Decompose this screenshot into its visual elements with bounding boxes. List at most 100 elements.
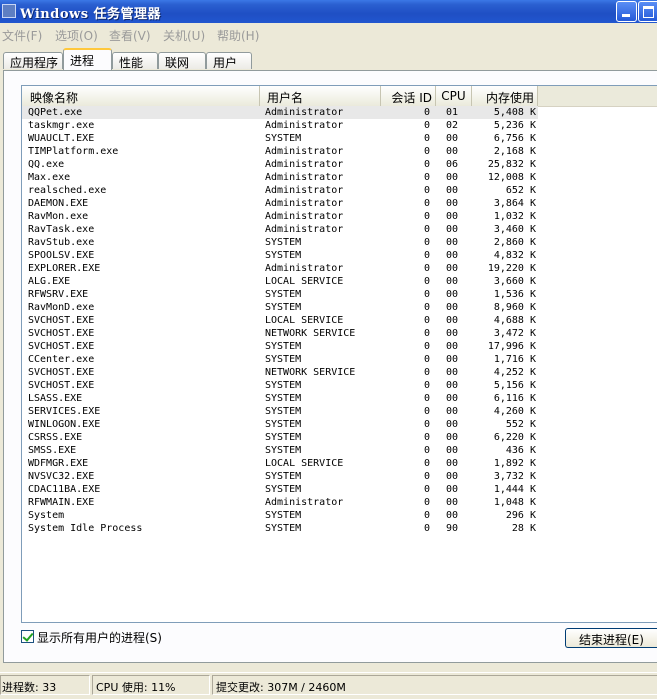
table-row[interactable]: TIMPlatform.exe Administrator 0 00 2,168 K xyxy=(22,145,657,158)
process-memory-cell: 17,996 K xyxy=(487,341,536,352)
process-user-cell: SYSTEM xyxy=(265,393,302,404)
table-row[interactable]: CSRSS.EXE SYSTEM 0 00 6,220 K xyxy=(22,431,657,444)
process-memory-cell: 8,960 K xyxy=(493,302,536,313)
column-memory[interactable]: 内存使用 xyxy=(472,86,538,106)
process-cpu-cell: 00 xyxy=(446,211,459,222)
process-user-cell: SYSTEM xyxy=(265,471,302,482)
table-row[interactable]: SVCHOST.EXE SYSTEM 0 00 5,156 K xyxy=(22,379,657,392)
table-row[interactable]: WDFMGR.EXE LOCAL SERVICE 0 00 1,892 K xyxy=(22,457,657,470)
table-row[interactable]: RFWMAIN.EXE Administrator 0 00 1,048 K xyxy=(22,496,657,509)
process-session-cell: 0 xyxy=(423,133,430,144)
process-list[interactable]: 映像名称 用户名 会话 ID CPU 内存使用 QQPet.exe Adminis… xyxy=(21,85,657,623)
process-name-cell: realsched.exe xyxy=(28,185,107,196)
process-user-cell: Administrator xyxy=(265,224,344,235)
show-all-users-checkbox[interactable] xyxy=(21,630,34,643)
process-name-cell: ALG.EXE xyxy=(28,276,71,287)
table-row[interactable]: LSASS.EXE SYSTEM 0 00 6,116 K xyxy=(22,392,657,405)
maximize-button[interactable] xyxy=(638,1,657,22)
process-session-cell: 0 xyxy=(423,263,430,274)
column-session-id[interactable]: 会话 ID xyxy=(381,86,436,106)
table-row[interactable]: System Idle Process SYSTEM 0 90 28 K xyxy=(22,522,657,535)
process-name-cell: System xyxy=(28,510,65,521)
table-row[interactable]: EXPLORER.EXE Administrator 0 00 19,220 K xyxy=(22,262,657,275)
tab-performance[interactable]: 性能 xyxy=(112,52,158,70)
table-row[interactable]: RavMon.exe Administrator 0 00 1,032 K xyxy=(22,210,657,223)
process-memory-cell: 12,008 K xyxy=(487,172,536,183)
tab-users[interactable]: 用户 xyxy=(206,52,252,70)
process-cpu-cell: 00 xyxy=(446,133,459,144)
process-memory-cell: 3,660 K xyxy=(493,276,536,287)
process-cpu-cell: 00 xyxy=(446,484,459,495)
process-session-cell: 0 xyxy=(423,354,430,365)
column-image-name[interactable]: 映像名称 xyxy=(22,86,260,106)
table-row[interactable]: QQPet.exe Administrator 0 01 5,408 K xyxy=(22,106,538,119)
menu-options[interactable]: 选项(O) xyxy=(55,27,98,44)
table-row[interactable]: CCenter.exe SYSTEM 0 00 1,716 K xyxy=(22,353,657,366)
table-row[interactable]: System SYSTEM 0 00 296 K xyxy=(22,509,657,522)
table-row[interactable]: SVCHOST.EXE LOCAL SERVICE 0 00 4,688 K xyxy=(22,314,657,327)
window-title: Windows 任务管理器 xyxy=(20,7,162,22)
table-row[interactable]: WINLOGON.EXE SYSTEM 0 00 552 K xyxy=(22,418,657,431)
table-row[interactable]: RavMonD.exe SYSTEM 0 00 8,960 K xyxy=(22,301,657,314)
table-row[interactable]: SVCHOST.EXE SYSTEM 0 00 17,996 K xyxy=(22,340,657,353)
process-name-cell: DAEMON.EXE xyxy=(28,198,89,209)
process-cpu-cell: 00 xyxy=(446,263,459,274)
process-cpu-cell: 00 xyxy=(446,276,459,287)
end-process-button[interactable]: 结束进程(E) xyxy=(565,628,657,648)
process-session-cell: 0 xyxy=(423,250,430,261)
process-session-cell: 0 xyxy=(423,484,430,495)
table-row[interactable]: RFWSRV.EXE SYSTEM 0 00 1,536 K xyxy=(22,288,657,301)
process-user-cell: Administrator xyxy=(265,263,344,274)
table-row[interactable]: SMSS.EXE SYSTEM 0 00 436 K xyxy=(22,444,657,457)
process-cpu-cell: 00 xyxy=(446,380,459,391)
minimize-button[interactable] xyxy=(616,1,637,22)
table-row[interactable]: SPOOLSV.EXE SYSTEM 0 00 4,832 K xyxy=(22,249,657,262)
process-memory-cell: 25,832 K xyxy=(487,159,536,170)
process-session-cell: 0 xyxy=(423,341,430,352)
process-user-cell: SYSTEM xyxy=(265,250,302,261)
table-row[interactable]: WUAUCLT.EXE SYSTEM 0 00 6,756 K xyxy=(22,132,657,145)
table-row[interactable]: ALG.EXE LOCAL SERVICE 0 00 3,660 K xyxy=(22,275,657,288)
process-name-cell: RavStub.exe xyxy=(28,237,95,248)
tab-processes[interactable]: 进程 xyxy=(63,48,112,70)
process-memory-cell: 1,032 K xyxy=(493,211,536,222)
menu-file[interactable]: 文件(F) xyxy=(2,27,42,44)
process-memory-cell: 3,864 K xyxy=(493,198,536,209)
tab-applications[interactable]: 应用程序 xyxy=(3,52,63,70)
process-user-cell: SYSTEM xyxy=(265,419,302,430)
process-name-cell: CDAC11BA.EXE xyxy=(28,484,101,495)
table-row[interactable]: realsched.exe Administrator 0 00 652 K xyxy=(22,184,657,197)
table-row[interactable]: Max.exe Administrator 0 00 12,008 K xyxy=(22,171,657,184)
table-row[interactable]: SVCHOST.EXE NETWORK SERVICE 0 00 3,472 K xyxy=(22,327,657,340)
menu-shutdown[interactable]: 关机(U) xyxy=(163,27,205,44)
processes-panel: 映像名称 用户名 会话 ID CPU 内存使用 QQPet.exe Adminis… xyxy=(3,70,657,663)
table-row[interactable]: RavStub.exe SYSTEM 0 00 2,860 K xyxy=(22,236,657,249)
process-cpu-cell: 00 xyxy=(446,393,459,404)
table-row[interactable]: SERVICES.EXE SYSTEM 0 00 4,260 K xyxy=(22,405,657,418)
menu-help[interactable]: 帮助(H) xyxy=(217,27,259,44)
table-row[interactable]: DAEMON.EXE Administrator 0 00 3,864 K xyxy=(22,197,657,210)
process-name-cell: SVCHOST.EXE xyxy=(28,341,95,352)
process-user-cell: Administrator xyxy=(265,185,344,196)
process-user-cell: Administrator xyxy=(265,146,344,157)
process-session-cell: 0 xyxy=(423,120,430,131)
column-user-name[interactable]: 用户名 xyxy=(260,86,381,106)
table-row[interactable]: SVCHOST.EXE NETWORK SERVICE 0 00 4,252 K xyxy=(22,366,657,379)
process-name-cell: RavMon.exe xyxy=(28,211,89,222)
tab-networking[interactable]: 联网 xyxy=(158,52,206,70)
table-row[interactable]: CDAC11BA.EXE SYSTEM 0 00 1,444 K xyxy=(22,483,657,496)
process-user-cell: SYSTEM xyxy=(265,432,302,443)
process-user-cell: SYSTEM xyxy=(265,341,302,352)
table-row[interactable]: QQ.exe Administrator 0 06 25,832 K xyxy=(22,158,657,171)
column-cpu[interactable]: CPU xyxy=(436,86,472,106)
table-row[interactable]: taskmgr.exe Administrator 0 02 5,236 K xyxy=(22,119,657,132)
table-row[interactable]: RavTask.exe Administrator 0 00 3,460 K xyxy=(22,223,657,236)
table-row[interactable]: NVSVC32.EXE SYSTEM 0 00 3,732 K xyxy=(22,470,657,483)
process-name-cell: WUAUCLT.EXE xyxy=(28,133,95,144)
process-cpu-cell: 00 xyxy=(446,497,459,508)
menu-view[interactable]: 查看(V) xyxy=(109,27,151,44)
process-user-cell: Administrator xyxy=(265,159,344,170)
process-session-cell: 0 xyxy=(423,172,430,183)
process-memory-cell: 19,220 K xyxy=(487,263,536,274)
process-cpu-cell: 00 xyxy=(446,354,459,365)
